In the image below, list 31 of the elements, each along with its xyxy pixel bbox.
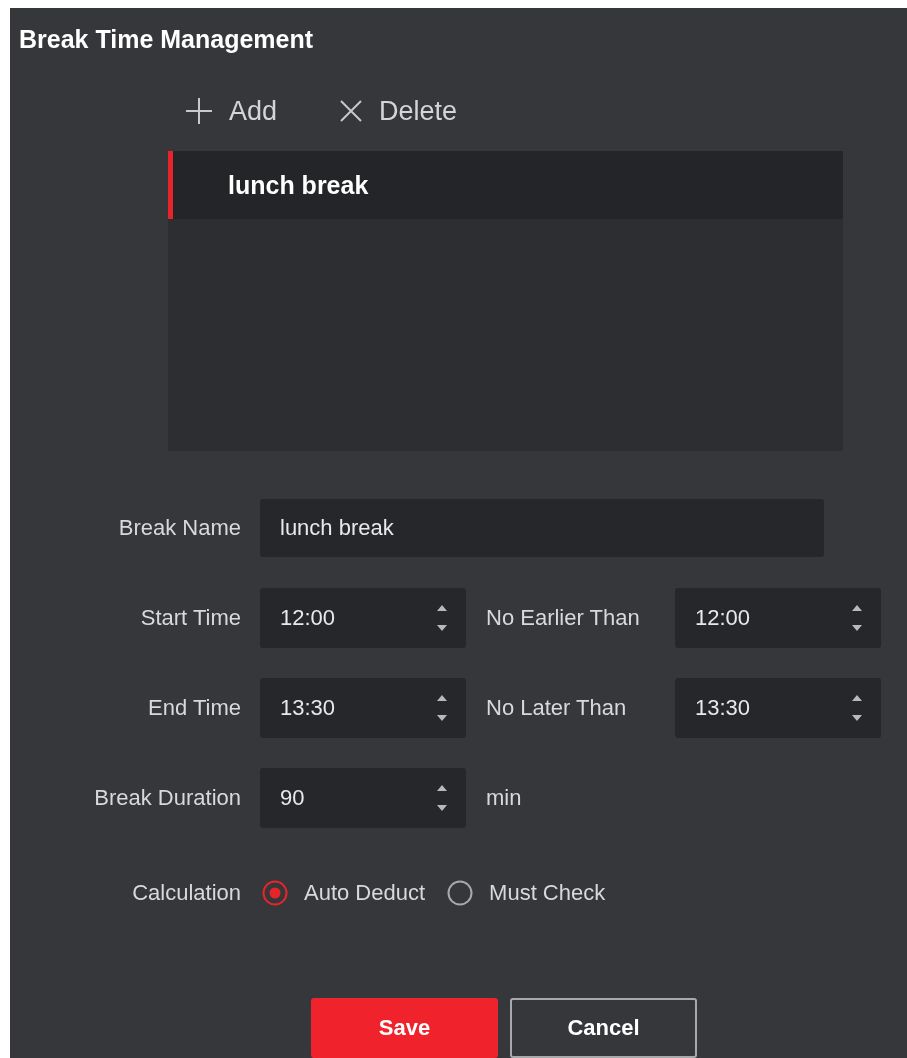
radio-button-icon[interactable] — [447, 880, 474, 906]
field-label: Break Name — [117, 515, 242, 541]
time-field[interactable]: 12:00 — [260, 588, 466, 648]
list-item[interactable]: lunch break — [168, 151, 843, 219]
cancel-button[interactable]: Cancel — [510, 998, 697, 1058]
radio-option[interactable]: Auto Deduct — [262, 880, 426, 906]
time-field[interactable]: 13:30 — [260, 678, 466, 738]
time-field[interactable]: 12:00 — [675, 588, 881, 648]
close-icon — [339, 99, 364, 123]
field-label: No Later Than — [485, 695, 628, 721]
dialog-title: Break Time Management — [18, 24, 315, 55]
plus-icon — [185, 97, 213, 125]
save-button[interactable]: Save — [311, 998, 498, 1058]
input-field[interactable]: lunch break — [260, 499, 824, 557]
up-down-arrows-icon[interactable] — [436, 784, 448, 812]
unit-label: min — [485, 785, 523, 811]
field-label: No Earlier Than — [485, 605, 641, 631]
delete-button[interactable]: Delete — [339, 93, 458, 129]
up-down-arrows-icon[interactable] — [436, 694, 448, 722]
up-down-arrows-icon[interactable] — [436, 604, 448, 632]
radio-button-icon[interactable] — [262, 880, 288, 906]
up-down-arrows-icon[interactable] — [851, 604, 863, 632]
radio-option[interactable]: Must Check — [447, 880, 606, 906]
number-field[interactable]: 90 — [260, 768, 466, 828]
field-label: Break Duration — [93, 785, 242, 811]
add-button[interactable]: Add — [185, 93, 278, 129]
field-label: End Time — [147, 695, 242, 721]
up-down-arrows-icon[interactable] — [851, 694, 863, 722]
field-label: Start Time — [139, 605, 242, 631]
field-label: Calculation — [131, 880, 242, 906]
time-field[interactable]: 13:30 — [675, 678, 881, 738]
